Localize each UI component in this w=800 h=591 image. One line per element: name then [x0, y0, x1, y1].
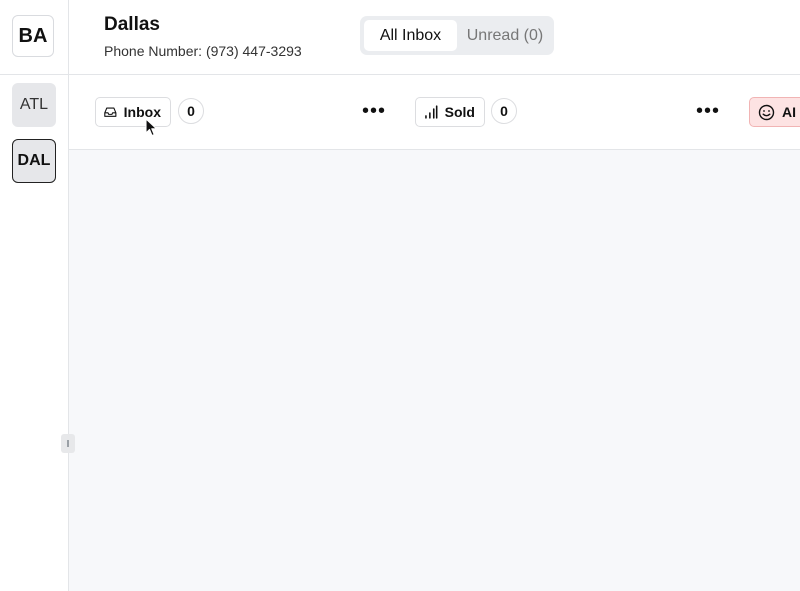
location-dal[interactable]: DAL: [12, 139, 56, 183]
unread-tab[interactable]: Unread (0): [459, 20, 551, 51]
rail-header: BA: [0, 0, 68, 75]
location-atl[interactable]: ATL: [12, 83, 56, 127]
inbox-tray-icon: [104, 107, 117, 117]
org-avatar[interactable]: BA: [12, 15, 54, 57]
location-rail: BA ATL DAL: [0, 0, 75, 591]
inbox-column-button[interactable]: Inbox: [95, 97, 171, 127]
inbox-column-more-icon[interactable]: •••: [362, 101, 386, 121]
ai-column-label: AI C: [782, 104, 800, 120]
all-inbox-tab[interactable]: All Inbox: [364, 20, 457, 51]
signal-bars-icon: [425, 105, 438, 119]
inbox-count-badge: 0: [178, 98, 204, 124]
smiley-icon: [758, 104, 775, 120]
sold-column-more-icon[interactable]: •••: [696, 101, 720, 121]
phone-number: Phone Number: (973) 447-3293: [104, 43, 302, 59]
ai-column-button[interactable]: AI C: [749, 97, 800, 127]
page-header: Dallas Phone Number: (973) 447-3293 All …: [69, 0, 800, 75]
inbox-filter-toggle: All Inbox Unread (0): [360, 16, 554, 55]
sold-column-label: Sold: [444, 104, 475, 120]
sold-column-button[interactable]: Sold: [415, 97, 485, 127]
pipeline-column-headers: Inbox 0 ••• Sold 0 ••• AI C: [69, 75, 800, 150]
mouse-cursor-icon: [145, 118, 158, 137]
rail-resize-handle[interactable]: [61, 434, 75, 453]
sold-count-badge: 0: [491, 98, 517, 124]
page-title: Dallas: [104, 14, 160, 35]
